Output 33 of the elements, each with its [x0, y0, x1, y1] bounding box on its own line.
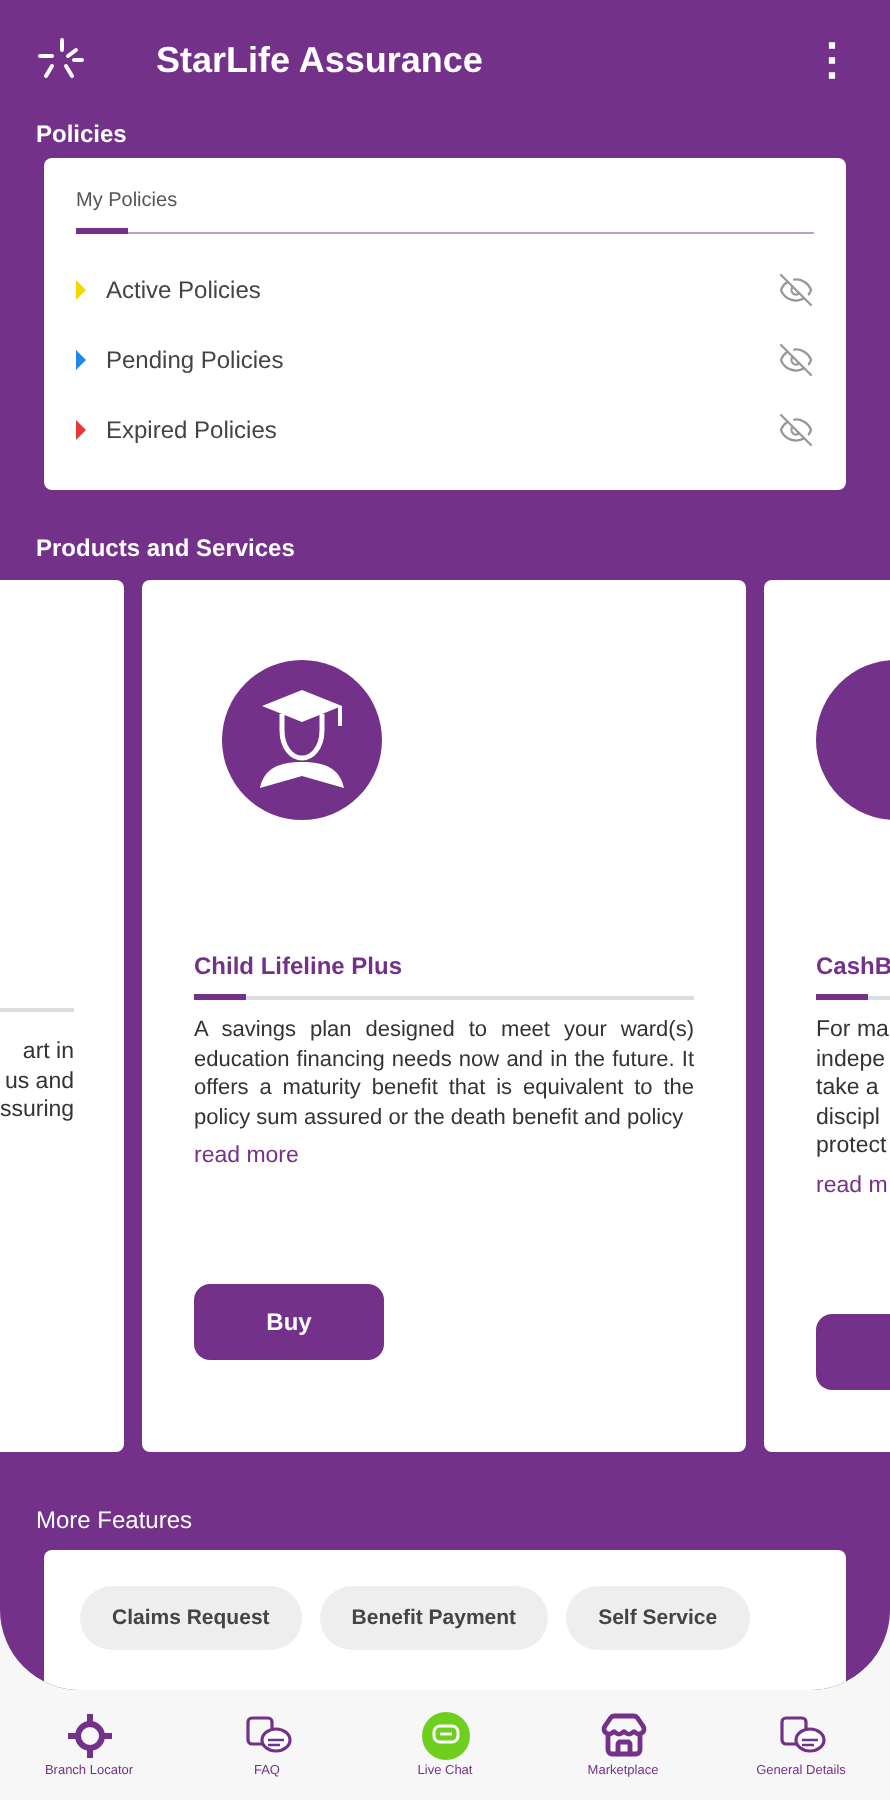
buy-button[interactable]: Buy [194, 1284, 384, 1360]
section-heading: More Features [36, 1506, 195, 1534]
app-title: StarLife Assurance [156, 39, 485, 81]
description-line: take a [816, 1074, 881, 1103]
read-more-link[interactable]: read more [194, 1144, 694, 1168]
hidden-eye-icon[interactable] [778, 411, 814, 447]
description-line: us and [2, 1067, 74, 1096]
read-more-link[interactable]: read m [816, 1173, 890, 1197]
product-title: Child Lifeline Plus [194, 952, 405, 980]
feature-chip[interactable]: Claims Request [80, 1586, 302, 1650]
hidden-eye-icon[interactable] [778, 271, 814, 307]
live-chat-icon [421, 1712, 469, 1760]
menu-button[interactable]: ⋮ [802, 38, 862, 82]
locator-icon [65, 1712, 113, 1760]
policies-tab[interactable]: My Policies [76, 186, 178, 234]
description-line: art in [20, 1038, 74, 1067]
hidden-eye-icon[interactable] [778, 341, 814, 377]
description-line: protect [816, 1132, 889, 1161]
description-line: ssuring [0, 1096, 74, 1125]
feature-chip[interactable]: Benefit Payment [319, 1586, 549, 1650]
section-heading: Policies [36, 120, 129, 148]
description-line: discipl [816, 1103, 882, 1132]
feature-chip[interactable]: Self Service [566, 1586, 750, 1650]
product-title: CashB [816, 952, 890, 980]
section-heading: Products and Services [36, 534, 297, 562]
policy-label[interactable]: Expired Policies [106, 415, 778, 443]
description-line: For ma [816, 1016, 890, 1045]
policy-label[interactable]: Active Policies [106, 275, 778, 303]
policy-label[interactable]: Pending Policies [106, 345, 778, 373]
product-description: A savings plan designed to meet your ward(s) education financing needs now and in the future. It offers a maturity benefit that is equivalent to the policy sum assured or the death benefit and policy [194, 1016, 694, 1132]
star-logo-icon [36, 38, 84, 82]
store-icon [599, 1712, 647, 1760]
description-line: indepe [816, 1045, 888, 1074]
